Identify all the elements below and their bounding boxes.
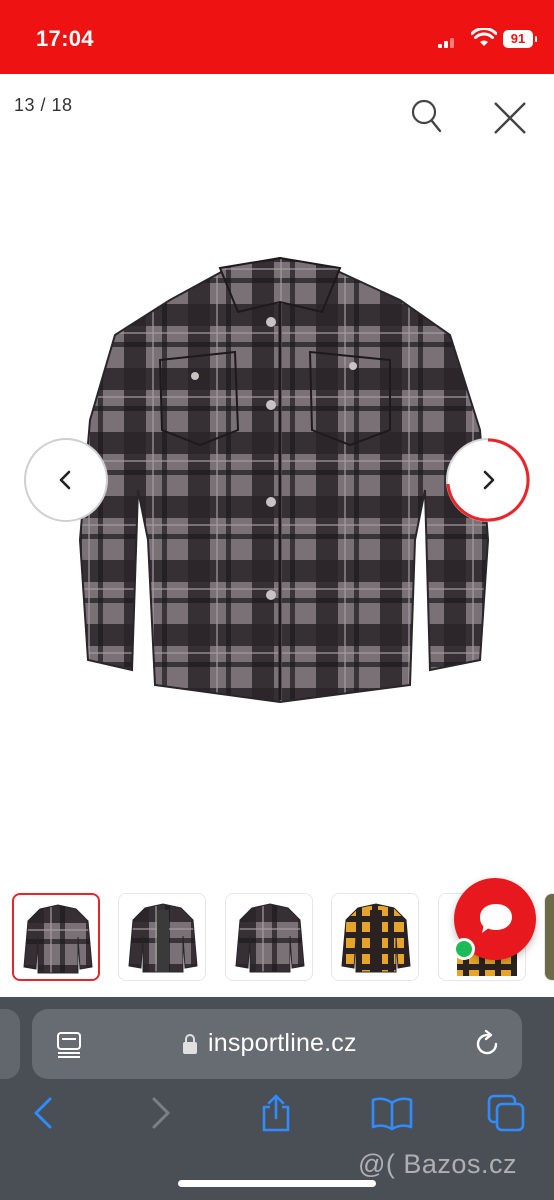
previous-tab-edge[interactable] <box>0 1009 20 1079</box>
grey-shirt-open-thumbnail <box>128 903 198 973</box>
chevron-right-icon <box>483 470 495 490</box>
battery-indicator: 91 <box>503 30 537 48</box>
bookmarks-icon[interactable] <box>370 1095 414 1131</box>
tabs-icon[interactable] <box>486 1093 526 1133</box>
wifi-icon <box>471 28 497 46</box>
thumbnail-4[interactable] <box>331 893 419 981</box>
back-icon[interactable] <box>30 1095 56 1131</box>
yellow-shirt-thumbnail <box>341 903 411 973</box>
chat-bubble-icon <box>480 904 512 933</box>
grey-shirt-back-thumbnail <box>235 903 305 973</box>
grey-shirt-thumbnail <box>23 904 93 974</box>
product-main-image <box>78 256 490 704</box>
search-icon[interactable] <box>406 96 446 136</box>
cellular-signal-icon <box>438 38 454 48</box>
reload-icon[interactable] <box>472 1029 502 1059</box>
url-text: insportline.cz <box>208 1029 357 1057</box>
address-bar[interactable]: insportline.cz <box>32 1009 522 1079</box>
online-status-indicator <box>453 938 475 960</box>
next-image-button[interactable] <box>446 438 530 522</box>
camo-thumbnail-partial <box>545 894 554 980</box>
thumbnail-2[interactable] <box>118 893 206 981</box>
image-counter: 13 / 18 <box>14 95 73 115</box>
forward-icon[interactable] <box>148 1095 174 1131</box>
close-icon[interactable] <box>490 98 530 138</box>
clock: 17:04 <box>36 26 94 51</box>
browser-bottom-bar: insportline.cz @( Bazos.cz <box>0 997 554 1200</box>
status-bar: 17:04 91 <box>0 0 554 74</box>
lock-icon <box>183 1034 197 1054</box>
watermark: @( Bazos.cz <box>358 1149 517 1179</box>
home-indicator <box>178 1180 376 1187</box>
thumbnail-6[interactable] <box>544 893 554 981</box>
product-gallery-page: 17:04 91 13 / 18 insportline.cz @(Bazos… <box>0 0 554 1200</box>
thumbnail-1[interactable] <box>12 893 100 981</box>
chevron-left-icon <box>59 470 71 490</box>
share-icon[interactable] <box>258 1093 294 1133</box>
previous-image-button[interactable] <box>24 438 108 522</box>
thumbnail-3[interactable] <box>225 893 313 981</box>
page-menu-icon[interactable] <box>56 1031 82 1059</box>
